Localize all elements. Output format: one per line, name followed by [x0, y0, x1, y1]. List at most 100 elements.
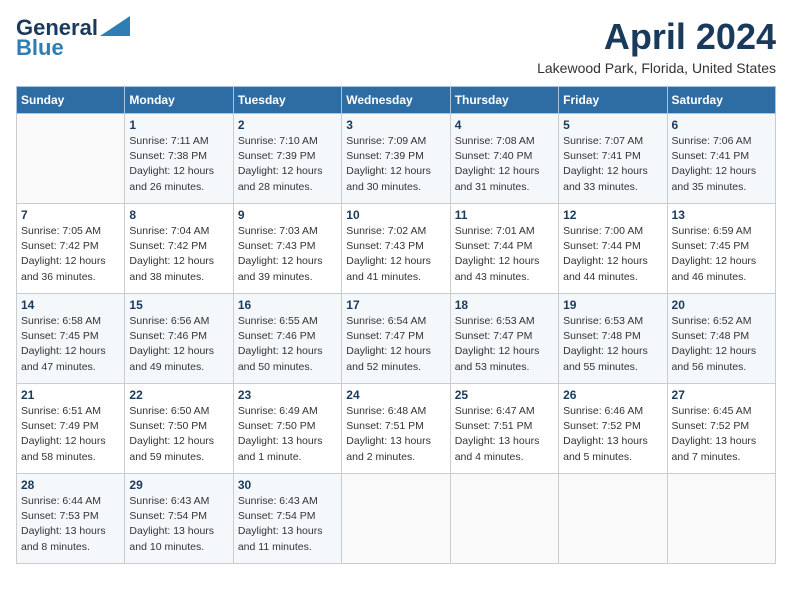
- weekday-header-row: SundayMondayTuesdayWednesdayThursdayFrid…: [17, 87, 776, 114]
- day-info: Sunrise: 6:59 AM Sunset: 7:45 PM Dayligh…: [672, 224, 771, 285]
- calendar-cell: 9 Sunrise: 7:03 AM Sunset: 7:43 PM Daylig…: [233, 204, 341, 294]
- day-number: 19: [563, 298, 662, 312]
- day-number: 25: [455, 388, 554, 402]
- day-info: Sunrise: 7:08 AM Sunset: 7:40 PM Dayligh…: [455, 134, 554, 195]
- calendar-cell: 29 Sunrise: 6:43 AM Sunset: 7:54 PM Dayli…: [125, 474, 233, 564]
- calendar-cell: 11 Sunrise: 7:01 AM Sunset: 7:44 PM Dayli…: [450, 204, 558, 294]
- day-number: 28: [21, 478, 120, 492]
- calendar-table: SundayMondayTuesdayWednesdayThursdayFrid…: [16, 86, 776, 564]
- day-info: Sunrise: 7:02 AM Sunset: 7:43 PM Dayligh…: [346, 224, 445, 285]
- calendar-cell: 1 Sunrise: 7:11 AM Sunset: 7:38 PM Daylig…: [125, 114, 233, 204]
- calendar-cell: 15 Sunrise: 6:56 AM Sunset: 7:46 PM Dayli…: [125, 294, 233, 384]
- weekday-header-thursday: Thursday: [450, 87, 558, 114]
- day-number: 20: [672, 298, 771, 312]
- calendar-cell: 28 Sunrise: 6:44 AM Sunset: 7:53 PM Dayli…: [17, 474, 125, 564]
- day-info: Sunrise: 6:45 AM Sunset: 7:52 PM Dayligh…: [672, 404, 771, 465]
- weekday-header-monday: Monday: [125, 87, 233, 114]
- weekday-header-tuesday: Tuesday: [233, 87, 341, 114]
- day-info: Sunrise: 7:06 AM Sunset: 7:41 PM Dayligh…: [672, 134, 771, 195]
- day-info: Sunrise: 6:54 AM Sunset: 7:47 PM Dayligh…: [346, 314, 445, 375]
- day-number: 15: [129, 298, 228, 312]
- day-info: Sunrise: 6:52 AM Sunset: 7:48 PM Dayligh…: [672, 314, 771, 375]
- title-block: April 2024 Lakewood Park, Florida, Unite…: [537, 16, 776, 76]
- day-info: Sunrise: 7:00 AM Sunset: 7:44 PM Dayligh…: [563, 224, 662, 285]
- day-info: Sunrise: 6:50 AM Sunset: 7:50 PM Dayligh…: [129, 404, 228, 465]
- day-number: 21: [21, 388, 120, 402]
- day-info: Sunrise: 6:43 AM Sunset: 7:54 PM Dayligh…: [129, 494, 228, 555]
- calendar-cell: 21 Sunrise: 6:51 AM Sunset: 7:49 PM Dayli…: [17, 384, 125, 474]
- day-info: Sunrise: 6:47 AM Sunset: 7:51 PM Dayligh…: [455, 404, 554, 465]
- day-number: 8: [129, 208, 228, 222]
- day-info: Sunrise: 6:46 AM Sunset: 7:52 PM Dayligh…: [563, 404, 662, 465]
- calendar-week-1: 1 Sunrise: 7:11 AM Sunset: 7:38 PM Daylig…: [17, 114, 776, 204]
- calendar-cell: 2Sunrise: 7:10 AM Sunset: 7:39 PM Daylig…: [233, 114, 341, 204]
- day-number: 13: [672, 208, 771, 222]
- day-number: 22: [129, 388, 228, 402]
- calendar-cell: 4Sunrise: 7:08 AM Sunset: 7:40 PM Daylig…: [450, 114, 558, 204]
- calendar-week-4: 21 Sunrise: 6:51 AM Sunset: 7:49 PM Dayli…: [17, 384, 776, 474]
- day-info: Sunrise: 6:53 AM Sunset: 7:47 PM Dayligh…: [455, 314, 554, 375]
- day-info: Sunrise: 6:56 AM Sunset: 7:46 PM Dayligh…: [129, 314, 228, 375]
- day-number: 5: [563, 118, 662, 132]
- day-info: Sunrise: 7:07 AM Sunset: 7:41 PM Dayligh…: [563, 134, 662, 195]
- logo-blue-text: Blue: [16, 36, 64, 60]
- day-info: Sunrise: 6:49 AM Sunset: 7:50 PM Dayligh…: [238, 404, 337, 465]
- calendar-cell: [450, 474, 558, 564]
- day-number: 12: [563, 208, 662, 222]
- day-number: 10: [346, 208, 445, 222]
- calendar-cell: 8 Sunrise: 7:04 AM Sunset: 7:42 PM Daylig…: [125, 204, 233, 294]
- weekday-header-wednesday: Wednesday: [342, 87, 450, 114]
- calendar-cell: 23 Sunrise: 6:49 AM Sunset: 7:50 PM Dayli…: [233, 384, 341, 474]
- day-info: Sunrise: 7:01 AM Sunset: 7:44 PM Dayligh…: [455, 224, 554, 285]
- calendar-cell: 16 Sunrise: 6:55 AM Sunset: 7:46 PM Dayli…: [233, 294, 341, 384]
- day-info: Sunrise: 6:51 AM Sunset: 7:49 PM Dayligh…: [21, 404, 120, 465]
- day-info: Sunrise: 7:09 AM Sunset: 7:39 PM Dayligh…: [346, 134, 445, 195]
- calendar-cell: 14Sunrise: 6:58 AM Sunset: 7:45 PM Dayli…: [17, 294, 125, 384]
- location: Lakewood Park, Florida, United States: [537, 60, 776, 76]
- day-number: 30: [238, 478, 337, 492]
- calendar-cell: 17Sunrise: 6:54 AM Sunset: 7:47 PM Dayli…: [342, 294, 450, 384]
- calendar-cell: 19Sunrise: 6:53 AM Sunset: 7:48 PM Dayli…: [559, 294, 667, 384]
- calendar-cell: 18 Sunrise: 6:53 AM Sunset: 7:47 PM Dayli…: [450, 294, 558, 384]
- day-number: 9: [238, 208, 337, 222]
- day-number: 29: [129, 478, 228, 492]
- day-info: Sunrise: 7:04 AM Sunset: 7:42 PM Dayligh…: [129, 224, 228, 285]
- calendar-cell: 3Sunrise: 7:09 AM Sunset: 7:39 PM Daylig…: [342, 114, 450, 204]
- day-number: 24: [346, 388, 445, 402]
- calendar-week-2: 7Sunrise: 7:05 AM Sunset: 7:42 PM Daylig…: [17, 204, 776, 294]
- calendar-cell: [559, 474, 667, 564]
- day-number: 1: [129, 118, 228, 132]
- day-info: Sunrise: 6:48 AM Sunset: 7:51 PM Dayligh…: [346, 404, 445, 465]
- calendar-cell: 25 Sunrise: 6:47 AM Sunset: 7:51 PM Dayli…: [450, 384, 558, 474]
- calendar-week-3: 14Sunrise: 6:58 AM Sunset: 7:45 PM Dayli…: [17, 294, 776, 384]
- logo: General Blue: [16, 16, 130, 60]
- calendar-cell: 30 Sunrise: 6:43 AM Sunset: 7:54 PM Dayli…: [233, 474, 341, 564]
- day-info: Sunrise: 7:03 AM Sunset: 7:43 PM Dayligh…: [238, 224, 337, 285]
- day-number: 11: [455, 208, 554, 222]
- day-info: Sunrise: 6:43 AM Sunset: 7:54 PM Dayligh…: [238, 494, 337, 555]
- calendar-cell: [342, 474, 450, 564]
- calendar-body: 1 Sunrise: 7:11 AM Sunset: 7:38 PM Daylig…: [17, 114, 776, 564]
- day-number: 14: [21, 298, 120, 312]
- calendar-week-5: 28 Sunrise: 6:44 AM Sunset: 7:53 PM Dayli…: [17, 474, 776, 564]
- day-info: Sunrise: 7:05 AM Sunset: 7:42 PM Dayligh…: [21, 224, 120, 285]
- calendar-cell: 27 Sunrise: 6:45 AM Sunset: 7:52 PM Dayli…: [667, 384, 775, 474]
- calendar-header: SundayMondayTuesdayWednesdayThursdayFrid…: [17, 87, 776, 114]
- day-number: 18: [455, 298, 554, 312]
- day-number: 27: [672, 388, 771, 402]
- day-number: 16: [238, 298, 337, 312]
- calendar-cell: 22 Sunrise: 6:50 AM Sunset: 7:50 PM Dayli…: [125, 384, 233, 474]
- page-header: General Blue April 2024 Lakewood Park, F…: [16, 16, 776, 76]
- weekday-header-friday: Friday: [559, 87, 667, 114]
- calendar-cell: 5 Sunrise: 7:07 AM Sunset: 7:41 PM Daylig…: [559, 114, 667, 204]
- logo-icon: [100, 16, 130, 36]
- calendar-cell: 26Sunrise: 6:46 AM Sunset: 7:52 PM Dayli…: [559, 384, 667, 474]
- weekday-header-saturday: Saturday: [667, 87, 775, 114]
- day-info: Sunrise: 6:44 AM Sunset: 7:53 PM Dayligh…: [21, 494, 120, 555]
- day-info: Sunrise: 6:55 AM Sunset: 7:46 PM Dayligh…: [238, 314, 337, 375]
- calendar-cell: 24 Sunrise: 6:48 AM Sunset: 7:51 PM Dayli…: [342, 384, 450, 474]
- day-number: 23: [238, 388, 337, 402]
- day-number: 6: [672, 118, 771, 132]
- month-title: April 2024: [537, 16, 776, 58]
- day-info: Sunrise: 7:11 AM Sunset: 7:38 PM Dayligh…: [129, 134, 228, 195]
